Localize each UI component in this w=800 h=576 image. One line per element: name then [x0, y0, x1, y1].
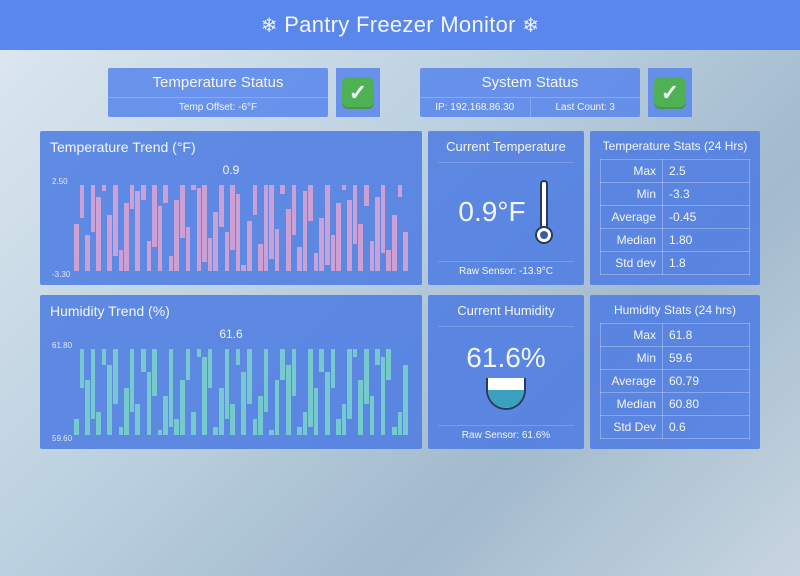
temperature-trend-panel: Temperature Trend (°F) 0.9 2.50 -3.30: [40, 131, 422, 285]
page-title: Pantry Freezer Monitor: [284, 12, 516, 37]
humidity-stats-header: Humidity Stats (24 hrs): [600, 303, 750, 323]
system-ip-value: IP: 192.168.86.30: [420, 98, 531, 117]
temperature-stats-panel: Temperature Stats (24 Hrs) Max2.5 Min-3.…: [590, 131, 760, 285]
system-status-group: System Status IP: 192.168.86.30 Last Cou…: [420, 68, 692, 117]
hum-stat-median: 60.80: [663, 392, 750, 415]
humidity-bars: [74, 349, 408, 435]
current-humidity-value: 61.6%: [466, 342, 545, 374]
thermometer-icon: [534, 180, 554, 244]
temp-stat-median: 1.80: [663, 228, 750, 251]
hum-stat-max: 61.8: [663, 323, 750, 346]
snowflake-icon: ❄: [261, 15, 278, 37]
temperature-row: Temperature Trend (°F) 0.9 2.50 -3.30 Cu…: [40, 131, 760, 285]
system-last-count-value: Last Count: 3: [531, 98, 641, 117]
check-icon: ✓: [654, 77, 686, 109]
hum-stat-min: 59.6: [663, 346, 750, 369]
humidity-row: Humidity Trend (%) 61.6 61.80 59.60 Curr…: [40, 295, 760, 449]
system-status-header: System Status: [420, 68, 640, 97]
current-temperature-header: Current Temperature: [438, 139, 574, 163]
current-temperature-panel: Current Temperature 0.9°F Raw Sensor: -1…: [428, 131, 584, 285]
temperature-stats-header: Temperature Stats (24 Hrs): [600, 139, 750, 159]
current-temperature-value: 0.9°F: [458, 196, 525, 228]
temp-axis-min: -3.30: [52, 270, 70, 279]
temp-stat-min: -3.3: [663, 182, 750, 205]
temperature-trend-current-label: 0.9: [50, 163, 412, 177]
stat-label: Average: [601, 205, 663, 228]
temp-axis-max: 2.50: [52, 177, 68, 186]
humidity-raw-sensor: Raw Sensor: 61.6%: [438, 425, 574, 441]
humidity-stats-table: Max61.8 Min59.6 Average60.79 Median60.80…: [600, 323, 750, 439]
temperature-status-card: Temperature Status Temp Offset: -6°F: [108, 68, 328, 117]
current-humidity-panel: Current Humidity 61.6% Raw Sensor: 61.6%: [428, 295, 584, 449]
temp-stat-max: 2.5: [663, 159, 750, 182]
stat-label: Median: [601, 228, 663, 251]
temperature-status-header: Temperature Status: [108, 68, 328, 97]
temperature-bars: [74, 185, 408, 271]
temp-stat-avg: -0.45: [663, 205, 750, 228]
hum-stat-std: 0.6: [663, 415, 750, 438]
hum-axis-min: 59.60: [52, 434, 72, 443]
hum-axis-max: 61.80: [52, 341, 72, 350]
humidity-stats-panel: Humidity Stats (24 hrs) Max61.8 Min59.6 …: [590, 295, 760, 449]
humidity-trend-panel: Humidity Trend (%) 61.6 61.80 59.60: [40, 295, 422, 449]
system-status-card: System Status IP: 192.168.86.30 Last Cou…: [420, 68, 640, 117]
humidity-trend-title: Humidity Trend (%): [50, 303, 412, 319]
temp-stat-std: 1.8: [663, 251, 750, 274]
humidity-trend-current-label: 61.6: [50, 327, 412, 341]
temperature-stats-table: Max2.5 Min-3.3 Average-0.45 Median1.80 S…: [600, 159, 750, 275]
current-humidity-header: Current Humidity: [438, 303, 574, 327]
humidity-trend-chart: 61.80 59.60: [50, 343, 412, 441]
app-title-bar: ❄ Pantry Freezer Monitor ❄: [0, 0, 800, 50]
stat-label: Min: [601, 346, 663, 369]
stat-label: Max: [601, 323, 663, 346]
temperature-raw-sensor: Raw Sensor: -13.9°C: [438, 261, 574, 277]
check-icon: ✓: [342, 77, 374, 109]
snowflake-icon: ❄: [522, 15, 539, 37]
temperature-status-ok: ✓: [336, 68, 380, 117]
stat-label: Max: [601, 159, 663, 182]
system-status-ok: ✓: [648, 68, 692, 117]
stat-label: Min: [601, 182, 663, 205]
hum-stat-avg: 60.79: [663, 369, 750, 392]
temperature-trend-chart: 2.50 -3.30: [50, 179, 412, 277]
stat-label: Median: [601, 392, 663, 415]
temperature-status-group: Temperature Status Temp Offset: -6°F ✓: [108, 68, 380, 117]
beaker-icon: [486, 378, 526, 410]
status-row: Temperature Status Temp Offset: -6°F ✓ S…: [0, 68, 800, 117]
stat-label: Average: [601, 369, 663, 392]
temp-offset-value: Temp Offset: -6°F: [108, 98, 328, 117]
stat-label: Std dev: [601, 251, 663, 274]
stat-label: Std Dev: [601, 415, 663, 438]
temperature-trend-title: Temperature Trend (°F): [50, 139, 412, 155]
